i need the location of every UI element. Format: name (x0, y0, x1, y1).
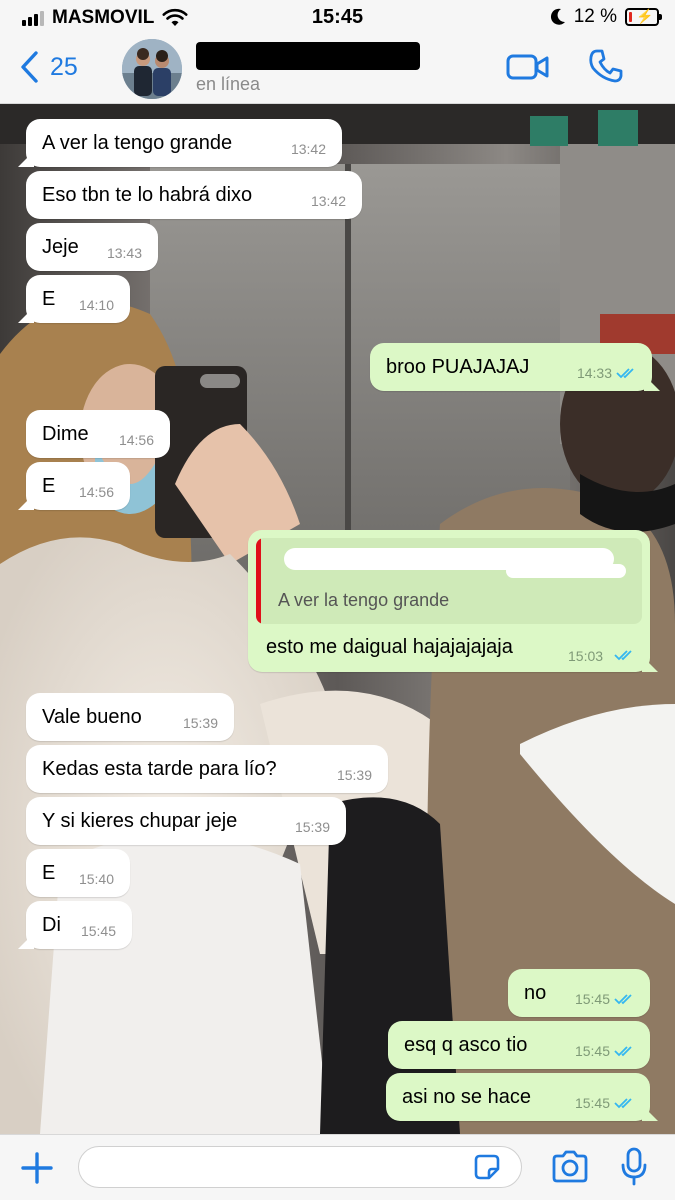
read-ticks-icon (614, 1046, 632, 1057)
message-time: 15:40 (78, 871, 114, 887)
message-time: 14:56 (78, 484, 114, 500)
message-text: E (42, 287, 56, 310)
message-bubble-incoming[interactable]: E 14:10 (26, 275, 130, 323)
message-text: Jeje (42, 235, 79, 258)
message-bubble-incoming[interactable]: E 15:40 (26, 849, 130, 897)
message-bubble-outgoing[interactable]: asi no se hace 15:45 (386, 1073, 650, 1121)
message-text: Vale bueno (42, 705, 142, 728)
status-bar-left: MASMOVIL (22, 7, 188, 29)
read-ticks-icon (614, 650, 632, 661)
read-ticks-icon (614, 994, 632, 1005)
message-time: 13:42 (310, 193, 346, 209)
message-time: 13:42 (290, 141, 326, 157)
chat-area[interactable]: A ver la tengo grande 13:42 Eso tbn te l… (0, 104, 675, 1134)
message-text: E (42, 861, 56, 884)
message-time: 15:45 (574, 1095, 610, 1111)
message-bubble-incoming[interactable]: E 14:56 (26, 462, 130, 510)
message-bubble-outgoing-reply[interactable]: A ver la tengo grande esto me daigual ha… (248, 530, 650, 672)
message-bubble-outgoing[interactable]: broo PUAJAJAJ 14:33 (370, 343, 652, 391)
message-text: esto me daigual hajajajajaja (266, 636, 513, 658)
battery-icon: ⚡ (625, 8, 662, 26)
battery-percent: 12 % (573, 6, 617, 27)
message-time: 15:39 (336, 767, 372, 783)
contact-status: en línea (196, 74, 261, 94)
signal-strength-icon (22, 10, 44, 26)
message-text: no (524, 981, 547, 1004)
message-time: 15:39 (182, 715, 218, 731)
video-call-icon[interactable] (506, 52, 550, 82)
message-time: 14:33 (576, 365, 612, 381)
message-bubble-incoming[interactable]: Jeje 13:43 (26, 223, 158, 271)
moon-icon (550, 8, 565, 25)
message-time: 13:43 (106, 245, 142, 261)
camera-icon[interactable] (550, 1150, 590, 1184)
message-input[interactable] (78, 1146, 522, 1188)
message-time: 15:45 (80, 923, 116, 939)
back-button[interactable]: 25 (18, 50, 78, 84)
read-ticks-icon (616, 368, 634, 379)
message-text: Y si kieres chupar jeje (42, 809, 238, 832)
message-bubble-outgoing[interactable]: no 15:45 (508, 969, 650, 1017)
message-bubble-incoming[interactable]: A ver la tengo grande 13:42 (26, 119, 342, 167)
message-text: broo PUAJAJAJ (386, 355, 530, 378)
message-bubble-incoming[interactable]: Di 15:45 (26, 901, 132, 949)
message-text: asi no se hace (402, 1085, 531, 1108)
message-text: Dime (42, 422, 89, 445)
status-bar-right: 12 % ⚡ (550, 6, 662, 28)
message-text: esq q asco tio (404, 1033, 528, 1056)
message-text: Eso tbn te lo habrá dixo (42, 183, 253, 206)
carrier-name: MASMOVIL (52, 7, 155, 28)
chat-header: 25 en línea (0, 36, 675, 104)
charging-bolt-icon: ⚡ (636, 8, 654, 24)
message-text: A ver la tengo grande (42, 131, 233, 154)
contact-name-redacted[interactable] (196, 42, 420, 70)
unread-count: 25 (50, 52, 78, 81)
message-time: 14:56 (118, 432, 154, 448)
message-bubble-incoming[interactable]: Kedas esta tarde para lío? 15:39 (26, 745, 388, 793)
read-ticks-icon (614, 1098, 632, 1109)
message-bubble-outgoing[interactable]: esq q asco tio 15:45 (388, 1021, 650, 1069)
message-text: E (42, 474, 56, 497)
status-bar: MASMOVIL 15:45 12 % ⚡ (0, 0, 675, 36)
message-bubble-incoming[interactable]: Dime 14:56 (26, 410, 170, 458)
plus-icon[interactable] (18, 1149, 56, 1187)
message-time: 14:10 (78, 297, 114, 313)
quote-bar (256, 538, 261, 624)
microphone-icon[interactable] (620, 1147, 648, 1187)
message-input-bar (0, 1134, 675, 1200)
message-time: 15:39 (294, 819, 330, 835)
message-time: 15:03 (568, 648, 604, 664)
sticker-icon[interactable] (472, 1152, 502, 1182)
phone-icon[interactable] (588, 48, 624, 84)
message-time: 15:45 (574, 1043, 610, 1059)
quoted-author-redacted (506, 564, 626, 578)
message-bubble-incoming[interactable]: Eso tbn te lo habrá dixo 13:42 (26, 171, 362, 219)
battery-level (629, 12, 632, 22)
message-text: Kedas esta tarde para lío? (42, 757, 277, 780)
back-chevron-icon (21, 51, 38, 83)
quoted-text: A ver la tengo grande (278, 590, 450, 610)
contact-avatar[interactable] (122, 39, 182, 99)
message-bubble-incoming[interactable]: Y si kieres chupar jeje 15:39 (26, 797, 346, 845)
message-text: Di (42, 913, 61, 936)
message-time: 15:45 (574, 991, 610, 1007)
wifi-icon (162, 8, 188, 26)
quoted-message[interactable]: A ver la tengo grande (256, 538, 642, 624)
message-bubble-incoming[interactable]: Vale bueno 15:39 (26, 693, 234, 741)
